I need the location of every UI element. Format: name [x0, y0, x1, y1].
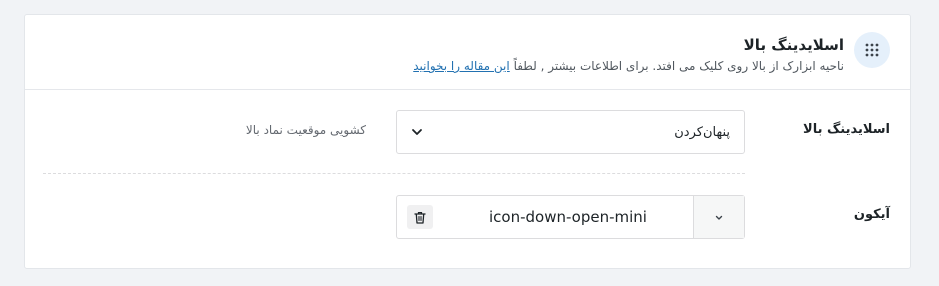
section-title: اسلایدینگ بالا: [743, 36, 844, 54]
select-value: پنهان‌کردن: [674, 124, 730, 140]
grid-dots-icon: [854, 32, 890, 68]
trash-icon: [407, 205, 433, 229]
icon-picker: icon-down-open-mini: [396, 195, 745, 239]
section-description: ناحیه ابزارک از بالا روی کلیک می افتد. ب…: [413, 59, 844, 73]
sliding-top-label: اسلایدینگ بالا: [803, 122, 890, 137]
panel-header: اسلایدینگ بالا ناحیه ابزارک از بالا روی …: [25, 15, 910, 90]
icon-label: آیکون: [853, 207, 890, 222]
row-divider: [43, 173, 745, 174]
selected-icon-name: icon-down-open-mini: [489, 208, 647, 226]
sliding-top-hint: کشویی موقعیت نماد بالا: [245, 123, 366, 137]
description-text: ناحیه ابزارک از بالا روی کلیک می افتد. ب…: [513, 59, 844, 73]
chevron-down-icon: [411, 123, 423, 142]
chevron-down-icon: [714, 208, 724, 227]
sliding-top-select[interactable]: پنهان‌کردن: [396, 110, 745, 154]
settings-panel: اسلایدینگ بالا ناحیه ابزارک از بالا روی …: [24, 14, 911, 269]
read-article-link[interactable]: این مقاله را بخوانید: [413, 59, 510, 73]
icon-picker-toggle[interactable]: [693, 196, 744, 238]
remove-icon-button[interactable]: [397, 196, 443, 238]
